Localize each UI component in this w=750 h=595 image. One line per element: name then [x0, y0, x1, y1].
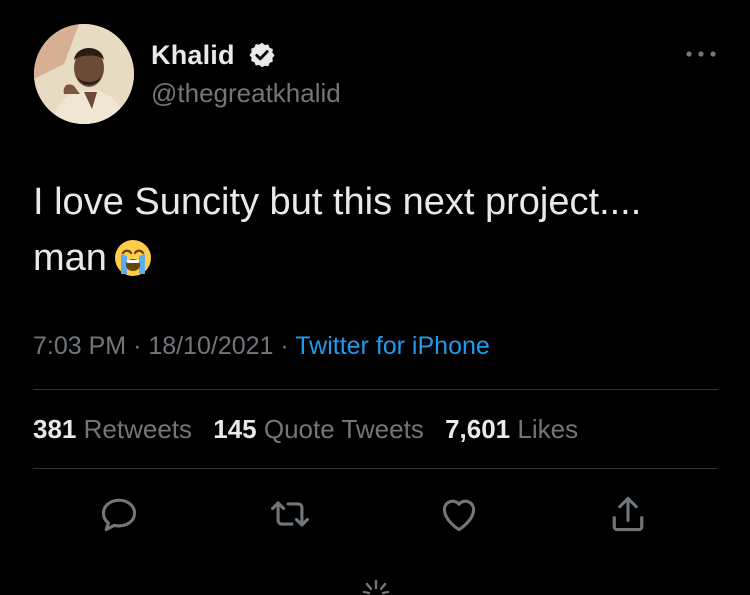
- loudly-crying-face-icon: [114, 240, 151, 276]
- profile-photo-icon: [34, 24, 134, 124]
- meta-separator: ·: [133, 332, 142, 360]
- likes-stat[interactable]: 7,601 Likes: [445, 414, 578, 444]
- tweet-text: I love Suncity but this next project....…: [33, 174, 723, 286]
- author-display-name[interactable]: Khalid: [151, 40, 235, 71]
- like-button[interactable]: [437, 492, 481, 536]
- retweets-label: Retweets: [83, 414, 193, 444]
- tweet-date: 18/10/2021: [148, 332, 274, 360]
- tweet-metadata: 7:03 PM · 18/10/2021 · Twitter for iPhon…: [33, 332, 490, 361]
- reply-icon: [101, 498, 137, 532]
- divider: [33, 389, 718, 390]
- like-icon: [442, 499, 476, 532]
- retweet-button[interactable]: [268, 492, 312, 536]
- avatar[interactable]: [34, 24, 134, 124]
- tweet-stats: 381 Retweets 145 Quote Tweets 7,601 Like…: [33, 414, 592, 445]
- tweet-source-link[interactable]: Twitter for iPhone: [295, 332, 490, 360]
- meta-separator: ·: [280, 332, 289, 360]
- divider: [33, 468, 718, 469]
- loading-spinner-icon: [362, 579, 390, 595]
- quote-tweets-count: 145: [213, 414, 257, 444]
- tweet-time: 7:03 PM: [33, 332, 127, 360]
- share-button[interactable]: [606, 492, 650, 536]
- share-icon: [612, 496, 644, 532]
- more-options-icon[interactable]: [683, 44, 719, 64]
- retweet-icon: [271, 501, 309, 527]
- quote-tweets-label: Quote Tweets: [263, 414, 424, 444]
- reply-button[interactable]: [97, 492, 141, 536]
- likes-label: Likes: [517, 414, 579, 444]
- retweets-stat[interactable]: 381 Retweets: [33, 414, 192, 444]
- quote-tweets-stat[interactable]: 145 Quote Tweets: [213, 414, 424, 444]
- verified-badge-icon: [249, 42, 275, 68]
- author-handle[interactable]: @thegreatkhalid: [151, 78, 341, 109]
- likes-count: 7,601: [445, 414, 511, 444]
- retweets-count: 381: [33, 414, 77, 444]
